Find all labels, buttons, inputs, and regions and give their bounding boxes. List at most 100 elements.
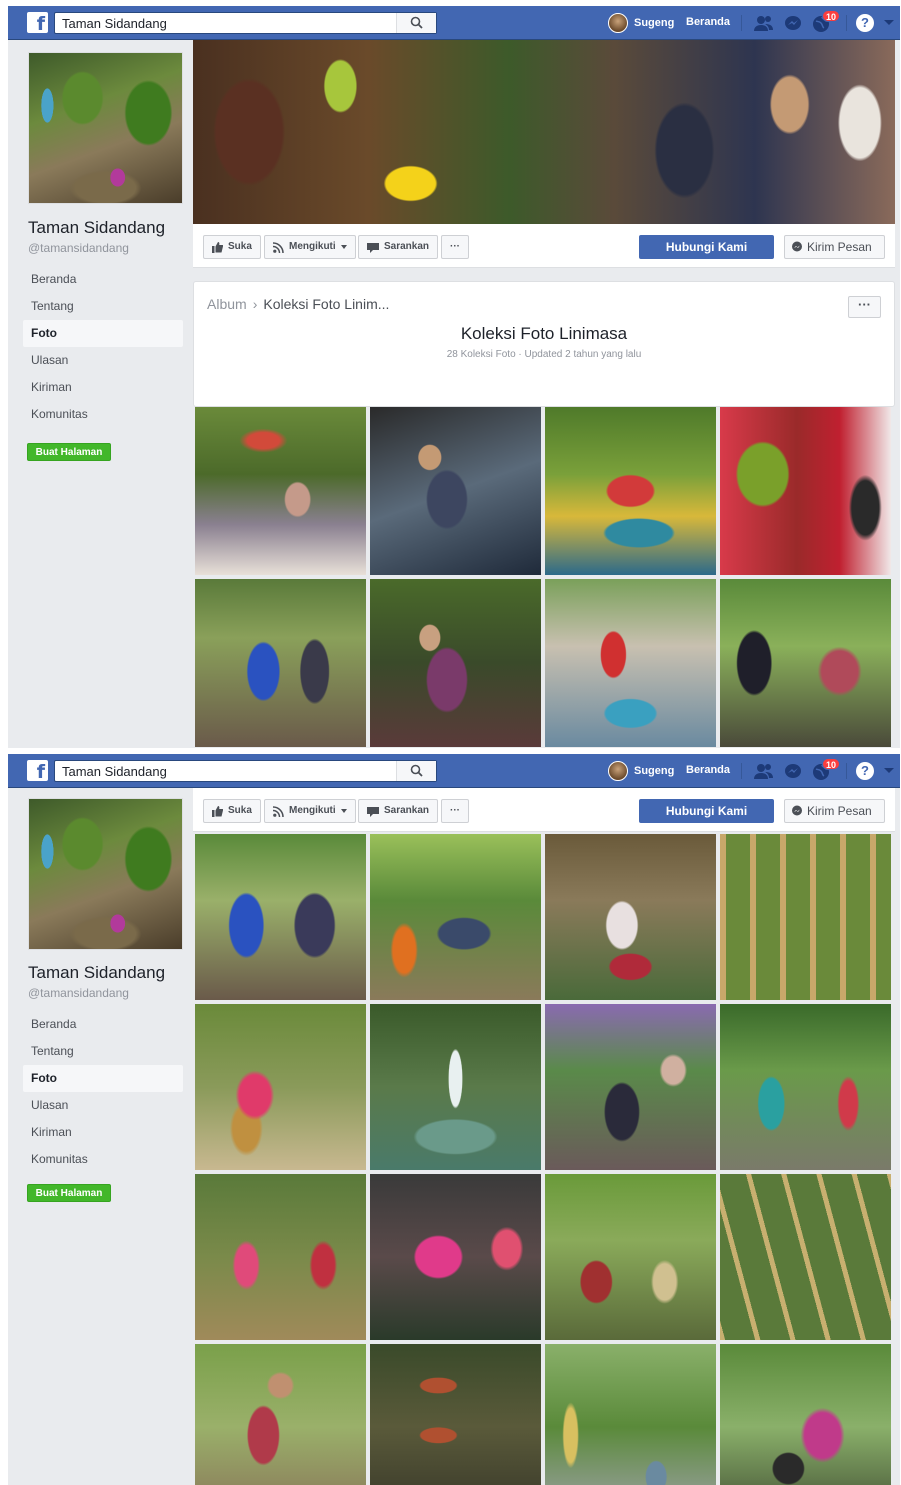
top-navigation-bar: f Sugeng Beranda 10 ? bbox=[8, 754, 900, 788]
photo-thumbnail[interactable] bbox=[195, 579, 366, 747]
like-button[interactable]: Suka bbox=[203, 235, 261, 259]
page-sidebar-nav: Beranda Tentang Foto Ulasan Kiriman Komu… bbox=[23, 266, 183, 428]
account-menu-caret-icon[interactable] bbox=[884, 768, 894, 773]
album-header: Album › Koleksi Foto Linim... ··· Koleksi … bbox=[193, 281, 895, 407]
photo-thumbnail[interactable] bbox=[545, 407, 716, 575]
photo-thumbnail[interactable] bbox=[370, 1004, 541, 1170]
help-icon[interactable]: ? bbox=[856, 14, 874, 32]
photo-grid bbox=[195, 407, 891, 747]
photo-thumbnail[interactable] bbox=[195, 1174, 366, 1340]
create-page-button[interactable]: Buat Halaman bbox=[27, 443, 111, 461]
search-icon bbox=[410, 16, 423, 29]
sidebar-item-ulasan[interactable]: Ulasan bbox=[23, 347, 183, 374]
user-name: Sugeng bbox=[634, 765, 675, 777]
create-page-button[interactable]: Buat Halaman bbox=[27, 1184, 111, 1202]
share-button-label: Sarankan bbox=[384, 241, 430, 252]
photo-thumbnail[interactable] bbox=[370, 579, 541, 747]
photo-thumbnail[interactable] bbox=[720, 407, 891, 575]
page-name[interactable]: Taman Sidandang bbox=[28, 218, 165, 238]
more-options-button[interactable]: ··· bbox=[441, 799, 469, 823]
home-link[interactable]: Beranda bbox=[686, 764, 730, 776]
share-button[interactable]: Sarankan bbox=[358, 235, 439, 259]
home-link[interactable]: Beranda bbox=[686, 16, 730, 28]
share-button-label: Sarankan bbox=[384, 805, 430, 816]
messenger-icon[interactable] bbox=[782, 761, 804, 781]
divider bbox=[846, 763, 847, 779]
more-options-label: ··· bbox=[450, 805, 460, 816]
page-profile-picture[interactable] bbox=[28, 798, 183, 950]
search-button[interactable] bbox=[396, 13, 436, 33]
send-message-label: Kirim Pesan bbox=[807, 804, 872, 818]
photo-thumbnail[interactable] bbox=[195, 407, 366, 575]
sidebar-item-komunitas[interactable]: Komunitas bbox=[23, 1146, 183, 1173]
photo-thumbnail[interactable] bbox=[720, 1004, 891, 1170]
page-profile-picture[interactable] bbox=[28, 52, 183, 204]
more-options-button[interactable]: ··· bbox=[441, 235, 469, 259]
photo-thumbnail[interactable] bbox=[545, 1174, 716, 1340]
messenger-icon[interactable] bbox=[782, 13, 804, 33]
friend-requests-icon[interactable] bbox=[753, 761, 775, 781]
facebook-logo-icon[interactable]: f bbox=[27, 12, 48, 33]
more-options-label: ··· bbox=[450, 241, 460, 252]
sidebar-item-beranda[interactable]: Beranda bbox=[23, 1011, 183, 1038]
share-button[interactable]: Sarankan bbox=[358, 799, 439, 823]
search-button[interactable] bbox=[396, 761, 436, 781]
sidebar-item-ulasan[interactable]: Ulasan bbox=[23, 1092, 183, 1119]
avatar bbox=[608, 13, 628, 33]
sidebar-item-foto[interactable]: Foto bbox=[23, 1065, 183, 1092]
photo-thumbnail[interactable] bbox=[195, 1344, 366, 1485]
page-username[interactable]: @tamansidandang bbox=[28, 241, 129, 255]
sidebar-item-komunitas[interactable]: Komunitas bbox=[23, 401, 183, 428]
profile-link[interactable]: Sugeng bbox=[608, 761, 674, 781]
photo-thumbnail[interactable] bbox=[720, 1344, 891, 1485]
contact-us-button[interactable]: Hubungi Kami bbox=[639, 235, 774, 259]
photo-thumbnail[interactable] bbox=[370, 407, 541, 575]
sidebar-item-beranda[interactable]: Beranda bbox=[23, 266, 183, 293]
album-more-button[interactable]: ··· bbox=[848, 296, 881, 318]
breadcrumb-album-link[interactable]: Album bbox=[207, 296, 247, 312]
sidebar-item-foto[interactable]: Foto bbox=[23, 320, 183, 347]
send-message-button[interactable]: Kirim Pesan bbox=[784, 799, 885, 823]
avatar bbox=[608, 761, 628, 781]
search-input[interactable] bbox=[55, 761, 395, 781]
message-icon bbox=[792, 805, 802, 816]
follow-button[interactable]: Mengikuti bbox=[264, 799, 356, 823]
photo-thumbnail[interactable] bbox=[370, 834, 541, 1000]
photo-thumbnail[interactable] bbox=[545, 579, 716, 747]
profile-link[interactable]: Sugeng bbox=[608, 13, 674, 33]
photo-thumbnail[interactable] bbox=[545, 1344, 716, 1485]
rss-follow-icon bbox=[273, 241, 284, 253]
contact-us-button[interactable]: Hubungi Kami bbox=[639, 799, 774, 823]
sidebar-item-tentang[interactable]: Tentang bbox=[23, 1038, 183, 1065]
album-title: Koleksi Foto Linimasa bbox=[460, 324, 628, 343]
help-icon[interactable]: ? bbox=[856, 762, 874, 780]
sidebar-item-tentang[interactable]: Tentang bbox=[23, 293, 183, 320]
like-button[interactable]: Suka bbox=[203, 799, 261, 823]
divider bbox=[846, 15, 847, 31]
account-menu-caret-icon[interactable] bbox=[884, 20, 894, 25]
sidebar-item-kiriman[interactable]: Kiriman bbox=[23, 1119, 183, 1146]
photo-thumbnail[interactable] bbox=[195, 834, 366, 1000]
friend-requests-icon[interactable] bbox=[753, 13, 775, 33]
search-box bbox=[54, 760, 437, 782]
cover-photo[interactable] bbox=[193, 40, 895, 224]
photo-thumbnail[interactable] bbox=[720, 834, 891, 1000]
screenshot-top: f Sugeng Beranda 10 ? Taman Sidandang @t… bbox=[8, 6, 900, 748]
send-message-button[interactable]: Kirim Pesan bbox=[784, 235, 885, 259]
sidebar-item-kiriman[interactable]: Kiriman bbox=[23, 374, 183, 401]
follow-button[interactable]: Mengikuti bbox=[264, 235, 356, 259]
follow-button-label: Mengikuti bbox=[289, 241, 336, 252]
photo-thumbnail[interactable] bbox=[720, 1174, 891, 1340]
photo-thumbnail[interactable] bbox=[195, 1004, 366, 1170]
photo-thumbnail[interactable] bbox=[720, 579, 891, 747]
photo-thumbnail[interactable] bbox=[545, 1004, 716, 1170]
search-input[interactable] bbox=[55, 13, 395, 33]
page-name[interactable]: Taman Sidandang bbox=[28, 963, 165, 983]
photo-thumbnail[interactable] bbox=[370, 1344, 541, 1485]
page-username[interactable]: @tamansidandang bbox=[28, 986, 129, 1000]
photo-thumbnail[interactable] bbox=[545, 834, 716, 1000]
divider bbox=[741, 763, 742, 779]
chevron-down-icon bbox=[340, 245, 347, 249]
facebook-logo-icon[interactable]: f bbox=[27, 760, 48, 781]
photo-thumbnail[interactable] bbox=[370, 1174, 541, 1340]
